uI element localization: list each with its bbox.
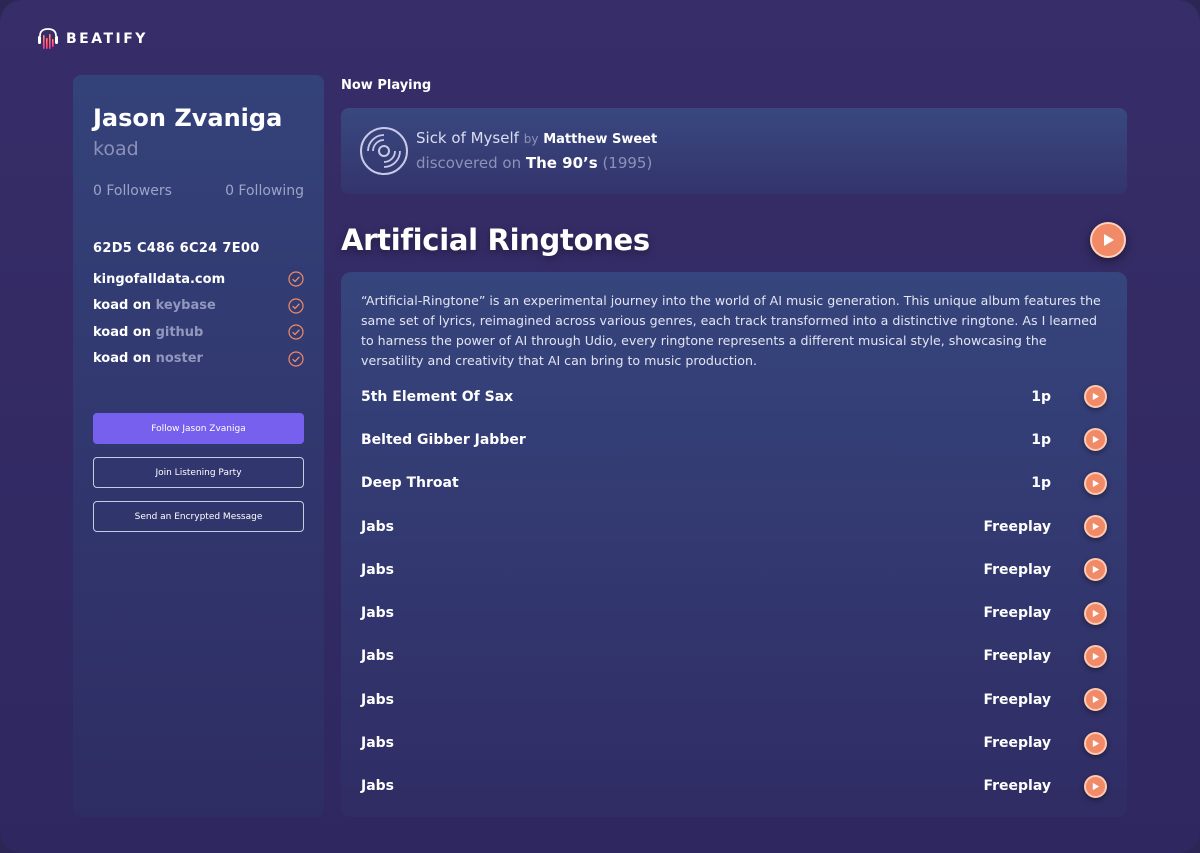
track-play-button[interactable] bbox=[1084, 688, 1107, 712]
track-row[interactable]: Jabs Freeplay bbox=[361, 635, 1107, 678]
album-play-button[interactable] bbox=[1090, 222, 1126, 258]
track-price: 1p bbox=[1031, 431, 1051, 448]
track-row[interactable]: Deep Throat 1p bbox=[361, 462, 1107, 505]
track-row[interactable]: 5th Element Of Sax 1p bbox=[361, 375, 1107, 418]
track-row[interactable]: Jabs Freeplay bbox=[361, 591, 1107, 634]
verified-check-icon bbox=[288, 351, 304, 367]
play-icon bbox=[1092, 393, 1100, 401]
followers-count[interactable]: 0 Followers bbox=[93, 183, 172, 199]
key-fingerprint: 62D5 C486 6C24 7E00 bbox=[93, 241, 260, 256]
song-title[interactable]: Sick of Myself bbox=[416, 129, 519, 147]
profile-name: Jason Zvaniga bbox=[93, 104, 283, 132]
identity-noster[interactable]: koad on noster bbox=[93, 346, 304, 373]
vinyl-record-icon bbox=[360, 127, 408, 175]
now-playing-card[interactable]: Sick of Myself by Matthew Sweet discover… bbox=[341, 108, 1127, 194]
follow-stats: 0 Followers 0 Following bbox=[93, 183, 304, 199]
album-description: “Artificial-Ringtone” is an experimental… bbox=[361, 293, 1101, 368]
brand-logo[interactable]: BEATIFY bbox=[36, 26, 148, 52]
track-play-button[interactable] bbox=[1084, 471, 1107, 495]
join-listening-party-button[interactable]: Join Listening Party bbox=[93, 457, 304, 488]
now-playing-info: Sick of Myself by Matthew Sweet discover… bbox=[416, 127, 657, 175]
play-icon bbox=[1092, 739, 1100, 747]
track-row[interactable]: Jabs Freeplay bbox=[361, 721, 1107, 764]
profile-sidebar: Jason Zvaniga koad 0 Followers 0 Followi… bbox=[73, 75, 324, 817]
identity-label: koad on github bbox=[93, 324, 204, 340]
track-price: Freeplay bbox=[983, 605, 1051, 622]
track-list: 5th Element Of Sax 1p Belted Gibber Jabb… bbox=[361, 375, 1107, 808]
now-playing-label: Now Playing bbox=[341, 78, 432, 93]
track-row[interactable]: Jabs Freeplay bbox=[361, 765, 1107, 808]
album-title: Artificial Ringtones bbox=[341, 223, 650, 257]
verified-check-icon bbox=[288, 271, 304, 287]
track-price: Freeplay bbox=[983, 735, 1051, 752]
track-play-button[interactable] bbox=[1084, 601, 1107, 625]
send-encrypted-message-button[interactable]: Send an Encrypted Message bbox=[93, 501, 304, 532]
by-label: by bbox=[523, 132, 539, 146]
track-price: 1p bbox=[1031, 388, 1051, 405]
track-play-button[interactable] bbox=[1084, 644, 1107, 668]
track-play-button[interactable] bbox=[1084, 515, 1107, 539]
profile-handle: koad bbox=[93, 138, 139, 160]
play-icon bbox=[1104, 234, 1114, 246]
track-play-button[interactable] bbox=[1084, 428, 1107, 452]
app-window: BEATIFY Jason Zvaniga koad 0 Followers 0… bbox=[0, 0, 1200, 853]
identity-label: koad on noster bbox=[93, 351, 203, 367]
play-icon bbox=[1092, 522, 1100, 531]
track-price: 1p bbox=[1031, 475, 1051, 492]
identity-github[interactable]: koad on github bbox=[93, 319, 304, 346]
verified-check-icon bbox=[288, 324, 304, 340]
track-play-button[interactable] bbox=[1084, 558, 1107, 582]
track-play-button[interactable] bbox=[1084, 385, 1107, 409]
track-title: 5th Element Of Sax bbox=[361, 388, 514, 405]
track-price: Freeplay bbox=[983, 561, 1051, 578]
play-icon bbox=[1092, 652, 1100, 661]
identity-proofs: kingofalldata.com koad on keybase koad o… bbox=[93, 266, 304, 372]
album-card: “Artificial-Ringtone” is an experimental… bbox=[341, 272, 1127, 817]
track-price: Freeplay bbox=[983, 778, 1051, 795]
identity-keybase[interactable]: koad on keybase bbox=[93, 293, 304, 320]
release-year: (1995) bbox=[602, 154, 653, 172]
track-row[interactable]: Jabs Freeplay bbox=[361, 548, 1107, 591]
play-icon bbox=[1092, 436, 1100, 444]
discovered-label: discovered on bbox=[416, 154, 522, 172]
play-icon bbox=[1092, 479, 1100, 487]
track-play-button[interactable] bbox=[1084, 731, 1107, 755]
track-row[interactable]: Jabs Freeplay bbox=[361, 505, 1107, 548]
track-play-button[interactable] bbox=[1084, 774, 1107, 798]
identity-label: koad on keybase bbox=[93, 298, 216, 314]
verified-check-icon bbox=[288, 298, 304, 314]
identity-label: kingofalldata.com bbox=[93, 271, 226, 287]
track-title: Deep Throat bbox=[361, 475, 459, 492]
artist-name[interactable]: Matthew Sweet bbox=[543, 132, 657, 147]
track-price: Freeplay bbox=[983, 691, 1051, 708]
track-price: Freeplay bbox=[983, 648, 1051, 665]
track-price: Freeplay bbox=[983, 518, 1051, 535]
track-title: Belted Gibber Jabber bbox=[361, 431, 526, 448]
play-icon bbox=[1092, 566, 1100, 574]
identity-website[interactable]: kingofalldata.com bbox=[93, 266, 304, 293]
brand-name: BEATIFY bbox=[66, 31, 148, 47]
track-row[interactable]: Belted Gibber Jabber 1p bbox=[361, 418, 1107, 461]
follow-button[interactable]: Follow Jason Zvaniga bbox=[93, 413, 304, 444]
play-icon bbox=[1092, 696, 1100, 704]
discovered-era[interactable]: The 90’s bbox=[526, 154, 598, 172]
play-icon bbox=[1092, 609, 1100, 617]
waveform-logo-icon bbox=[38, 28, 58, 49]
following-count[interactable]: 0 Following bbox=[225, 183, 304, 199]
play-icon bbox=[1092, 782, 1100, 790]
track-row[interactable]: Jabs Freeplay bbox=[361, 678, 1107, 721]
